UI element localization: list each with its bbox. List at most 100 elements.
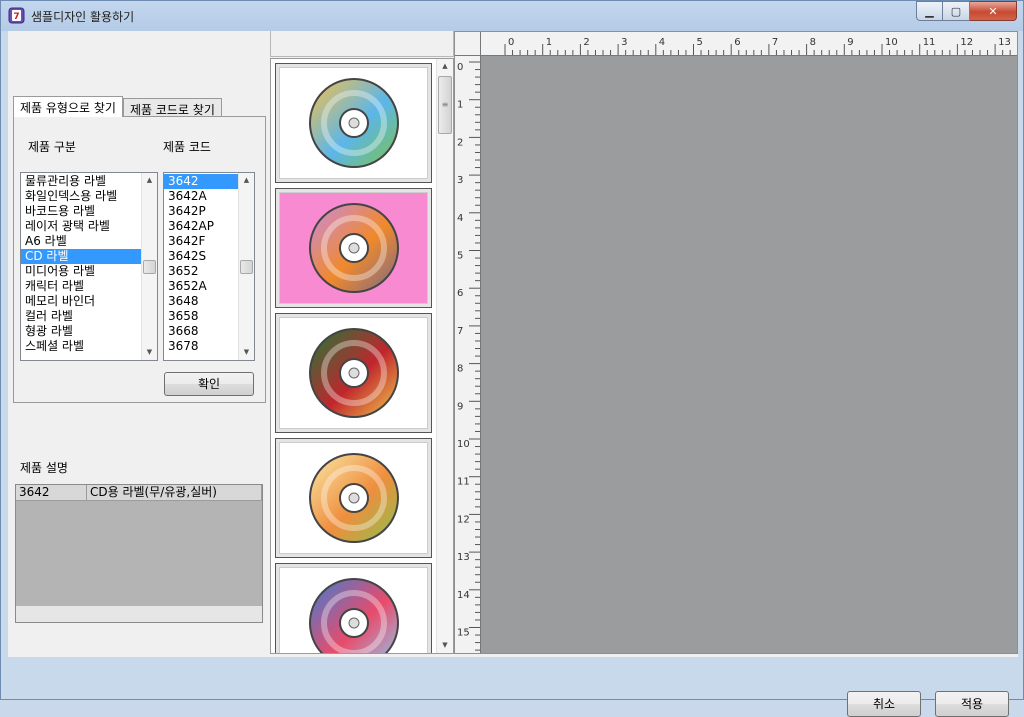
ruler-label: 1 bbox=[457, 100, 463, 111]
scroll-up-icon[interactable]: ▲ bbox=[142, 173, 157, 188]
list-item[interactable]: CD 라벨 bbox=[21, 249, 157, 264]
search-tabs: 제품 유형으로 찾기 제품 코드로 찾기 bbox=[13, 96, 222, 117]
scroll-down-icon[interactable]: ▼ bbox=[142, 345, 157, 360]
scroll-up-icon[interactable]: ▲ bbox=[239, 173, 254, 188]
ruler-label: 4 bbox=[659, 37, 665, 48]
tab-by-type[interactable]: 제품 유형으로 찾기 bbox=[13, 96, 123, 117]
ruler-label: 5 bbox=[697, 37, 703, 48]
thumbnail-list[interactable]: ▲ ≡ ▼ bbox=[270, 58, 454, 654]
cd-disc-icon bbox=[308, 328, 399, 418]
confirm-button[interactable]: 확인 bbox=[164, 372, 254, 396]
thumbnail-scrollbar[interactable]: ▲ ≡ ▼ bbox=[436, 59, 453, 653]
ruler-label: 5 bbox=[457, 251, 463, 262]
thumbnail-cd-design-2[interactable] bbox=[275, 188, 432, 308]
ruler-label: 11 bbox=[457, 477, 470, 488]
category-list[interactable]: 물류관리용 라벨 화일인덱스용 라벨 바코드용 라벨 레이저 광택 라벨 A6 라벨 CD… bbox=[20, 172, 158, 361]
scroll-thumb[interactable] bbox=[240, 260, 253, 274]
ruler-label: 14 bbox=[457, 590, 470, 601]
list-item[interactable]: 컬러 라벨 bbox=[21, 309, 157, 324]
preview-canvas: 0 1 2 3 4 5 6 7 8 9 10 11 12 13 0 1 2 3 4 5 6 7 8 9 10 11 12 13 14 1… bbox=[454, 31, 1018, 654]
ruler-label: 6 bbox=[734, 37, 740, 48]
cd-preview bbox=[279, 317, 428, 429]
close-button[interactable]: ✕ bbox=[970, 1, 1017, 21]
cd-preview bbox=[279, 442, 428, 554]
ruler-label: 3 bbox=[621, 37, 627, 48]
table-row: 3642 CD용 라벨(무/유광,실버) bbox=[16, 485, 262, 501]
code-list[interactable]: 3642 3642A 3642P 3642AP 3642F 3642S 3652 3652A 3… bbox=[163, 172, 255, 361]
tab-panel: 제품 구분 제품 코드 물류관리용 라벨 화일인덱스용 라벨 바코드용 라벨 레이저 … bbox=[13, 116, 266, 403]
ruler-label: 7 bbox=[772, 37, 778, 48]
ruler-label: 2 bbox=[457, 137, 463, 148]
ruler-label: 2 bbox=[583, 37, 589, 48]
ruler-corner bbox=[455, 32, 481, 56]
cd-disc-icon bbox=[308, 578, 399, 653]
apply-button[interactable]: 적용 bbox=[935, 691, 1009, 717]
ruler-label: 8 bbox=[810, 37, 816, 48]
ruler-label: 9 bbox=[847, 37, 853, 48]
app-icon: 7 bbox=[8, 7, 25, 24]
design-area[interactable] bbox=[481, 56, 1017, 653]
description-text: CD용 라벨(무/유광,실버) bbox=[87, 485, 262, 501]
thumbnail-header bbox=[270, 31, 454, 57]
horizontal-ruler: 0 1 2 3 4 5 6 7 8 9 10 11 12 13 bbox=[481, 32, 1017, 56]
app-window: 7 샘플디자인 활용하기 ▁ ▢ ✕ 제품 유형으로 찾기 제품 코드로 찾기 … bbox=[0, 0, 1024, 717]
list-item[interactable]: 미디어용 라벨 bbox=[21, 264, 157, 279]
tab-by-code[interactable]: 제품 코드로 찾기 bbox=[122, 98, 222, 117]
cd-preview bbox=[279, 192, 428, 304]
description-table: 3642 CD용 라벨(무/유광,실버) bbox=[15, 484, 263, 623]
close-icon: ✕ bbox=[988, 4, 998, 18]
maximize-icon: ▢ bbox=[950, 4, 962, 18]
list-item[interactable]: 스페셜 라벨 bbox=[21, 339, 157, 354]
table-body bbox=[16, 501, 262, 606]
ruler-label: 9 bbox=[457, 401, 463, 412]
ruler-label: 13 bbox=[998, 37, 1011, 48]
maximize-button[interactable]: ▢ bbox=[943, 1, 970, 21]
ruler-label: 13 bbox=[457, 552, 470, 563]
code-scrollbar[interactable]: ▲ ▼ bbox=[238, 173, 254, 360]
description-code: 3642 bbox=[16, 485, 87, 501]
window-title: 샘플디자인 활용하기 bbox=[31, 10, 135, 24]
dialog-body: 제품 유형으로 찾기 제품 코드로 찾기 제품 구분 제품 코드 물류관리용 라… bbox=[8, 31, 1018, 717]
ruler-label: 3 bbox=[457, 175, 463, 186]
ruler-label: 4 bbox=[457, 213, 463, 224]
scroll-down-icon[interactable]: ▼ bbox=[239, 345, 254, 360]
ruler-label: 6 bbox=[457, 288, 463, 299]
list-item[interactable]: A6 라벨 bbox=[21, 234, 157, 249]
cd-disc-icon bbox=[308, 78, 399, 168]
list-item[interactable]: 캐릭터 라벨 bbox=[21, 279, 157, 294]
thumbnail-cd-design-5[interactable] bbox=[275, 563, 432, 653]
category-header: 제품 구분 bbox=[28, 140, 76, 154]
minimize-button[interactable]: ▁ bbox=[916, 1, 943, 21]
table-footer bbox=[16, 606, 262, 622]
thumbnail-cd-design-1[interactable] bbox=[275, 63, 432, 183]
scroll-up-icon[interactable]: ▲ bbox=[437, 59, 453, 74]
list-item[interactable]: 메모리 바인더 bbox=[21, 294, 157, 309]
ruler-label: 7 bbox=[457, 326, 463, 337]
list-item[interactable]: 레이저 광택 라벨 bbox=[21, 219, 157, 234]
list-item[interactable]: 물류관리용 라벨 bbox=[21, 174, 157, 189]
list-item[interactable]: 바코드용 라벨 bbox=[21, 204, 157, 219]
ruler-label: 0 bbox=[508, 37, 514, 48]
code-header: 제품 코드 bbox=[163, 140, 211, 154]
thumbnail-cd-design-3[interactable] bbox=[275, 313, 432, 433]
list-item[interactable]: 화일인덱스용 라벨 bbox=[21, 189, 157, 204]
scroll-down-icon[interactable]: ▼ bbox=[437, 638, 453, 653]
vertical-ruler: 0123456789101112131415 bbox=[455, 56, 481, 653]
ruler-label: 0 bbox=[457, 62, 463, 73]
cancel-button[interactable]: 취소 bbox=[847, 691, 921, 717]
scroll-thumb[interactable] bbox=[143, 260, 156, 274]
scroll-thumb[interactable]: ≡ bbox=[438, 76, 452, 134]
list-item[interactable]: 형광 라벨 bbox=[21, 324, 157, 339]
minimize-icon: ▁ bbox=[925, 4, 934, 18]
ruler-label: 10 bbox=[457, 439, 470, 450]
cd-disc-icon bbox=[308, 203, 399, 293]
ruler-label: 11 bbox=[923, 37, 936, 48]
thumbnail-cd-design-4[interactable] bbox=[275, 438, 432, 558]
ruler-label: 8 bbox=[457, 364, 463, 375]
title-bar[interactable]: 7 샘플디자인 활용하기 ▁ ▢ ✕ bbox=[1, 1, 1023, 31]
window-controls: ▁ ▢ ✕ bbox=[916, 1, 1017, 21]
cd-preview bbox=[279, 567, 428, 653]
ruler-label: 15 bbox=[457, 628, 470, 639]
ruler-label: 12 bbox=[457, 514, 470, 525]
category-scrollbar[interactable]: ▲ ▼ bbox=[141, 173, 157, 360]
